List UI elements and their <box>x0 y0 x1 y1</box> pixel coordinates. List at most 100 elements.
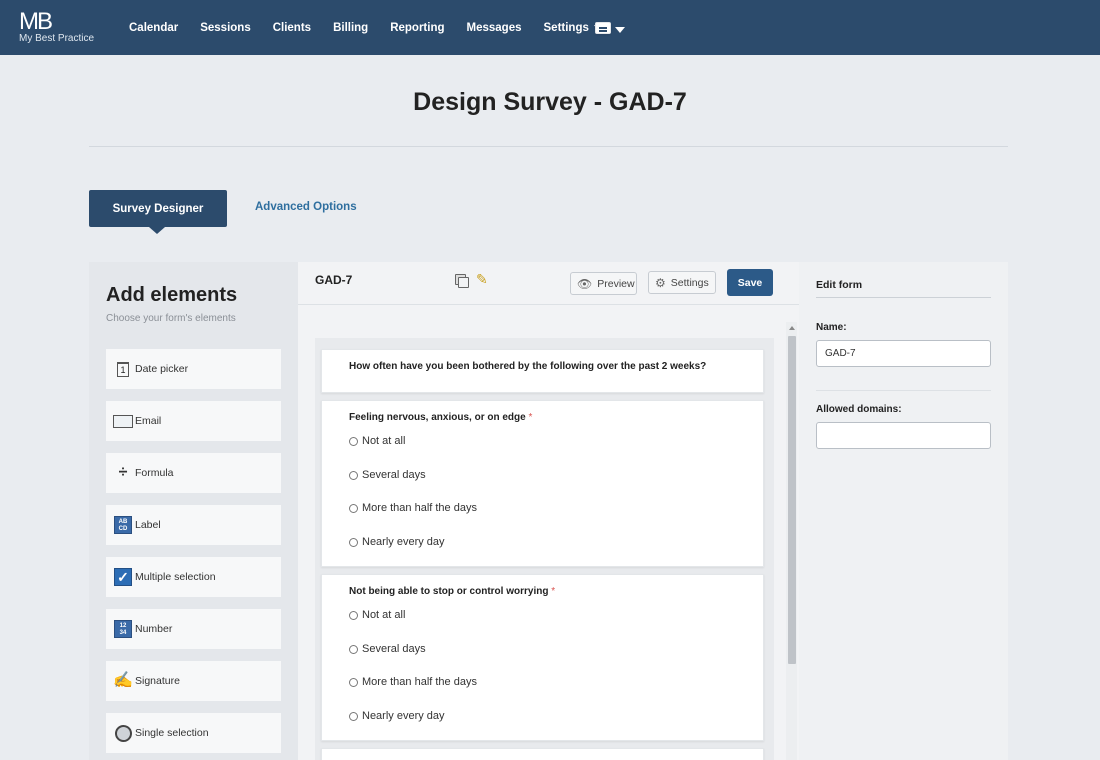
option-label: More than half the days <box>362 676 477 688</box>
radio-circle-icon <box>349 470 358 480</box>
nav-item-sessions[interactable]: Sessions <box>200 22 251 34</box>
save-button[interactable]: Save <box>727 269 773 296</box>
radio-circle-icon <box>349 610 358 620</box>
nav-item-clients[interactable]: Clients <box>273 22 311 34</box>
logo-mark: MB <box>19 8 53 35</box>
scrollbar-thumb[interactable] <box>788 336 796 664</box>
radio-option[interactable]: Nearly every day <box>349 710 445 722</box>
allowed-domains-input[interactable] <box>816 422 991 449</box>
required-mark: * <box>528 412 533 423</box>
caret-down-icon <box>615 27 625 33</box>
radio-option[interactable]: Several days <box>349 643 426 655</box>
element-label: Date picker <box>135 363 189 375</box>
scroll-up-arrow-icon[interactable] <box>789 326 795 330</box>
pencil-icon[interactable]: ✎ <box>476 271 488 288</box>
question-title: Feeling nervous, anxious, or on edge * <box>349 412 532 423</box>
option-label: Not at all <box>362 609 406 621</box>
radio-option[interactable]: Not at all <box>349 609 405 621</box>
radio-option[interactable]: Several days <box>349 469 426 481</box>
element-number[interactable]: 12 34 Number <box>106 609 281 649</box>
logo-text: My Best Practice <box>19 33 95 44</box>
field-divider <box>816 390 991 391</box>
edit-form-title: Edit form <box>816 279 863 291</box>
question-card[interactable]: Not being able to stop or control worryi… <box>321 574 764 741</box>
settings-button[interactable]: ⚙ Settings <box>648 271 716 294</box>
name-input[interactable] <box>816 340 991 367</box>
element-label: Label <box>135 519 161 531</box>
element-label: Single selection <box>135 727 209 739</box>
question-card[interactable] <box>321 748 764 760</box>
preview-button[interactable]: 👁 Preview <box>570 272 637 295</box>
eye-icon: 👁 <box>577 276 593 291</box>
radio-option[interactable]: Not at all <box>349 435 405 447</box>
radio-circle-icon <box>349 436 358 446</box>
add-elements-title: Add elements <box>106 284 238 306</box>
radio-circle-icon <box>349 677 358 687</box>
logo[interactable]: MB My Best Practice <box>19 8 99 48</box>
number-icon: 12 34 <box>113 619 133 639</box>
edit-form-panel: Edit form Name: Allowed domains: <box>799 262 1008 760</box>
label-icon: AB CD <box>113 515 133 535</box>
radio-circle-icon <box>349 537 358 547</box>
element-label-field[interactable]: AB CD Label <box>106 505 281 545</box>
nav-item-settings-label: Settings <box>543 21 589 34</box>
divide-icon: ÷ <box>118 464 128 481</box>
option-label: Nearly every day <box>362 536 445 548</box>
element-multiple-selection[interactable]: ✓ Multiple selection <box>106 557 281 597</box>
radio-circle-icon <box>349 711 358 721</box>
radio-circle-icon <box>349 503 358 513</box>
element-formula[interactable]: ÷ Formula <box>106 453 281 493</box>
intro-card[interactable]: How often have you been bothered by the … <box>321 349 764 393</box>
nav-item-settings[interactable]: Settings <box>544 22 600 34</box>
top-navbar: MB My Best Practice Calendar Sessions Cl… <box>0 0 1100 55</box>
page-title: Design Survey - GAD-7 <box>413 88 687 116</box>
option-label: Nearly every day <box>362 710 445 722</box>
tab-advanced-options[interactable]: Advanced Options <box>255 201 357 213</box>
allowed-domains-label: Allowed domains: <box>816 404 902 415</box>
radio-option[interactable]: Nearly every day <box>349 536 445 548</box>
edit-form-divider <box>816 297 991 298</box>
envelope-icon <box>113 411 133 431</box>
survey-canvas: How often have you been bothered by the … <box>315 338 774 760</box>
nav-item-calendar[interactable]: Calendar <box>129 22 178 34</box>
radio-icon <box>113 723 133 743</box>
form-designer-panel: GAD-7 ✎ 👁 Preview ⚙ Settings Save How of… <box>298 262 799 760</box>
add-elements-subtitle: Choose your form's elements <box>106 313 236 324</box>
element-date-picker[interactable]: 1 Date picker <box>106 349 281 389</box>
id-card-icon <box>595 22 611 34</box>
nav-item-messages[interactable]: Messages <box>467 22 522 34</box>
designer-toolbar: GAD-7 ✎ 👁 Preview ⚙ Settings Save <box>298 262 799 305</box>
element-label: Email <box>135 415 162 427</box>
option-label: Not at all <box>362 435 406 447</box>
element-signature[interactable]: ✍ Signature <box>106 661 281 701</box>
required-mark: * <box>551 586 556 597</box>
name-label: Name: <box>816 322 847 333</box>
element-label: Number <box>135 623 173 635</box>
copy-icon[interactable] <box>455 274 469 288</box>
element-email[interactable]: Email <box>106 401 281 441</box>
radio-option[interactable]: More than half the days <box>349 676 477 688</box>
element-list: 1 Date picker Email ÷ Formula AB CD Label… <box>106 349 281 760</box>
element-single-selection[interactable]: Single selection <box>106 713 281 753</box>
option-label: Several days <box>362 469 426 481</box>
question-text: Not being able to stop or control worryi… <box>349 586 549 597</box>
gear-icon: ⚙ <box>655 275 666 290</box>
account-menu-button[interactable] <box>595 20 627 38</box>
checkbox-icon: ✓ <box>113 567 133 587</box>
question-text: Feeling nervous, anxious, or on edge <box>349 412 526 423</box>
intro-text: How often have you been bothered by the … <box>349 361 707 372</box>
tab-survey-designer[interactable]: Survey Designer <box>89 190 227 234</box>
radio-circle-icon <box>349 644 358 654</box>
signature-icon: ✍ <box>113 672 133 689</box>
option-label: Several days <box>362 643 426 655</box>
option-label: More than half the days <box>362 502 477 514</box>
nav-item-billing[interactable]: Billing <box>333 22 368 34</box>
nav-item-reporting[interactable]: Reporting <box>390 22 444 34</box>
radio-option[interactable]: More than half the days <box>349 502 477 514</box>
survey-scrollbar[interactable] <box>786 322 797 760</box>
element-label: Signature <box>135 675 180 687</box>
nav-menu: Calendar Sessions Clients Billing Report… <box>129 0 622 55</box>
calendar-icon: 1 <box>113 359 133 379</box>
question-card[interactable]: Feeling nervous, anxious, or on edge * N… <box>321 400 764 567</box>
element-label: Multiple selection <box>135 571 216 583</box>
